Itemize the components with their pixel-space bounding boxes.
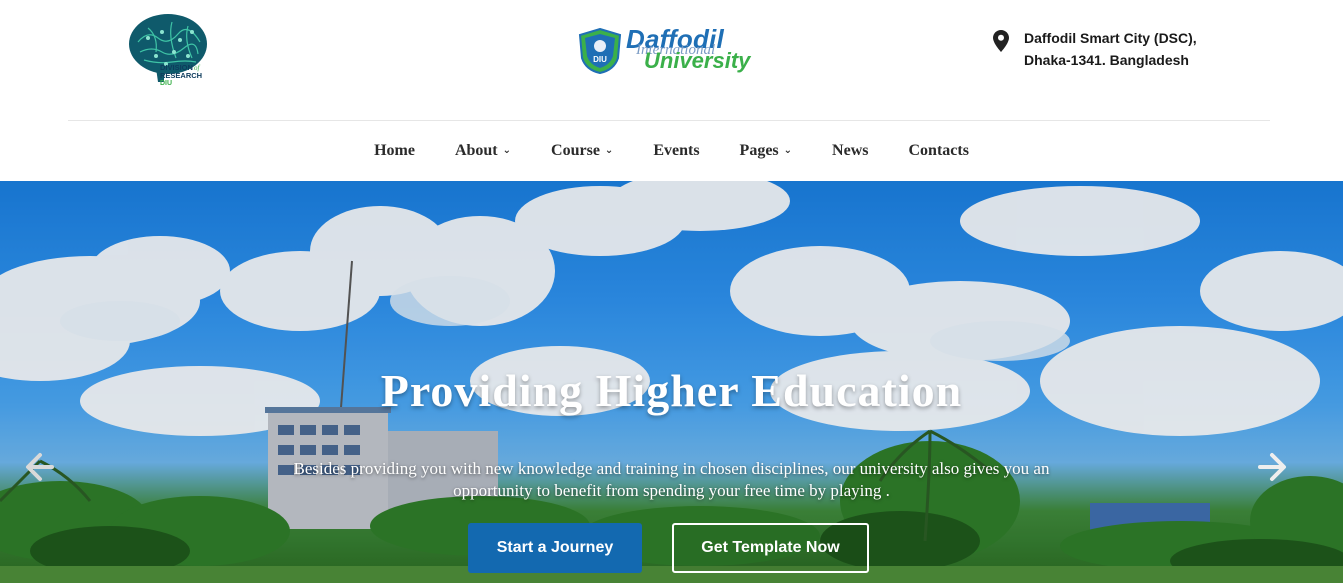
nav-item-events[interactable]: Events <box>653 142 699 160</box>
nav-item-label: Pages <box>739 142 779 159</box>
start-journey-button[interactable]: Start a Journey <box>468 523 642 573</box>
arrow-left-icon <box>26 453 54 481</box>
nav-item-label: News <box>832 142 869 159</box>
arrow-right-icon <box>1258 453 1286 481</box>
address-line-1: Daffodil Smart City (DSC), <box>1024 30 1197 46</box>
nav-item-about[interactable]: About ⌄ <box>455 142 511 160</box>
header-top: DIVISION of RESEARCH DIU DIU Daffodil In… <box>0 0 1343 120</box>
nav-item-contacts[interactable]: Contacts <box>908 142 968 160</box>
svg-text:RESEARCH: RESEARCH <box>160 71 202 80</box>
nav-item-news[interactable]: News <box>832 142 868 160</box>
main-navigation: Home About ⌄ Course ⌄ Events Pages ⌄ New… <box>0 121 1343 181</box>
nav-item-pages[interactable]: Pages ⌄ <box>740 142 793 160</box>
nav-item-home[interactable]: Home <box>374 142 415 160</box>
map-pin-icon <box>993 30 1009 52</box>
svg-text:DIU: DIU <box>593 55 607 64</box>
chevron-down-icon: ⌄ <box>783 144 793 156</box>
daffodil-university-logo[interactable]: DIU Daffodil International University <box>578 24 762 76</box>
diu-shield-icon: DIU <box>578 28 622 74</box>
nav-item-label: About <box>454 142 498 159</box>
slider-prev-button[interactable] <box>20 449 56 485</box>
hero-title: Providing Higher Education <box>380 365 963 416</box>
nav-item-label: Events <box>653 142 700 159</box>
division-of-research-logo[interactable]: DIVISION of RESEARCH DIU <box>128 12 210 88</box>
slider-next-button[interactable] <box>1256 449 1292 485</box>
address-line-2: Dhaka-1341. Bangladesh <box>1024 52 1189 68</box>
get-template-button[interactable]: Get Template Now <box>672 523 869 573</box>
chevron-down-icon: ⌄ <box>604 144 614 156</box>
nav-item-label: Home <box>374 142 415 159</box>
hero-subtitle: Besides providing you with new knowledge… <box>293 459 1050 500</box>
logo-word-university: University <box>644 48 751 73</box>
nav-item-course[interactable]: Course ⌄ <box>551 142 613 160</box>
header-address: Daffodil Smart City (DSC), Dhaka-1341. B… <box>993 30 1253 74</box>
nav-item-label: Contacts <box>908 142 969 159</box>
svg-text:DIU: DIU <box>160 80 172 87</box>
chevron-down-icon: ⌄ <box>502 144 512 156</box>
nav-item-label: Course <box>551 142 600 159</box>
hero-slider: Providing Higher Education Besides provi… <box>0 181 1343 583</box>
